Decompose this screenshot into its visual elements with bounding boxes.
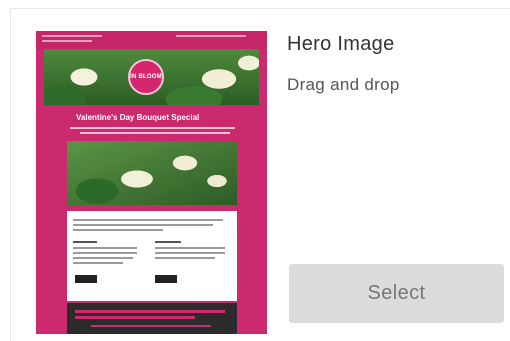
thumbnail-header-text xyxy=(42,35,102,37)
thumbnail-body xyxy=(67,211,237,301)
thumbnail-header-text xyxy=(42,40,92,42)
template-card[interactable]: IN BLOOM Valentine's Day Bouquet Special xyxy=(10,8,510,341)
thumbnail-subtext xyxy=(70,127,235,129)
thumbnail-header-text xyxy=(176,35,246,37)
template-thumbnail[interactable]: IN BLOOM Valentine's Day Bouquet Special xyxy=(36,31,267,334)
thumbnail-footer xyxy=(67,303,237,334)
template-name: Hero Image xyxy=(287,33,395,55)
template-description: Drag and drop xyxy=(287,75,400,94)
thumbnail-logo: IN BLOOM xyxy=(128,59,164,95)
thumbnail-flower-photo xyxy=(67,141,237,205)
thumbnail-headline: Valentine's Day Bouquet Special xyxy=(76,113,200,122)
select-button[interactable]: Select xyxy=(289,264,504,323)
thumbnail-subtext xyxy=(80,132,230,134)
